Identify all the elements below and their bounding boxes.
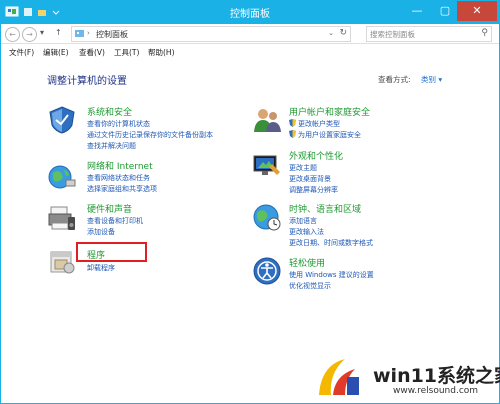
link-add-language[interactable]: 添加语言 (289, 216, 317, 226)
control-panel-small-icon (75, 30, 84, 37)
highlight-box (76, 242, 147, 262)
up-button[interactable]: ↑ (55, 28, 62, 37)
refresh-icon[interactable]: ↻ (339, 28, 347, 38)
menu-view[interactable]: 查看(V) (79, 47, 105, 58)
link-change-input-method[interactable]: 更改输入法 (289, 227, 324, 237)
close-button[interactable]: ✕ (457, 1, 497, 21)
watermark-url: www.relsound.com (393, 386, 479, 396)
watermark: win11系统之家 www.relsound.com (311, 353, 500, 403)
link-screen-resolution[interactable]: 调整屏幕分辨率 (289, 185, 338, 195)
address-bar-row: ← → ▾ ↑ › 控制面板 ⌄ ↻ 搜索控制面板 ⚲ (1, 24, 499, 44)
minimize-button[interactable]: — (405, 1, 429, 21)
programs-icon[interactable] (47, 246, 77, 276)
maximize-button[interactable]: ▢ (433, 1, 457, 21)
category-clock-language-region[interactable]: 时钟、语言和区域 (289, 202, 361, 215)
search-input[interactable]: 搜索控制面板 ⚲ (366, 26, 492, 42)
category-hardware-sound[interactable]: 硬件和声音 (87, 202, 132, 215)
search-icon[interactable]: ⚲ (481, 28, 488, 38)
watermark-logo-icon (319, 359, 359, 395)
recent-locations-icon[interactable]: ▾ (40, 28, 44, 37)
clock-globe-icon[interactable] (252, 202, 282, 232)
link-date-time-format[interactable]: 更改日期、时间或数字格式 (289, 238, 373, 248)
address-box[interactable]: › 控制面板 ⌄ ↻ (71, 26, 351, 42)
link-uninstall-program[interactable]: 卸载程序 (87, 263, 115, 273)
link-troubleshoot[interactable]: 查找并解决问题 (87, 141, 136, 151)
control-panel-window: 控制面板 — ▢ ✕ ← → ▾ ↑ › 控制面板 ⌄ ↻ 搜索控制面板 ⚲ 文… (0, 0, 500, 404)
menu-file[interactable]: 文件(F) (9, 47, 34, 58)
users-icon[interactable] (252, 105, 282, 135)
menu-help[interactable]: 帮助(H) (148, 47, 175, 58)
category-user-accounts[interactable]: 用户帐户和家庭安全 (289, 105, 370, 118)
link-change-theme[interactable]: 更改主题 (289, 163, 317, 173)
link-devices-printers[interactable]: 查看设备和打印机 (87, 216, 143, 226)
link-desktop-background[interactable]: 更改桌面背景 (289, 174, 331, 184)
link-network-status[interactable]: 查看网络状态和任务 (87, 173, 150, 183)
accessibility-icon[interactable] (252, 256, 282, 286)
menu-edit[interactable]: 编辑(E) (43, 47, 69, 58)
shield-icon[interactable] (47, 105, 77, 135)
category-ease-of-access[interactable]: 轻松使用 (289, 256, 325, 269)
page-heading: 调整计算机的设置 (47, 76, 127, 87)
menu-bar: 文件(F) 编辑(E) 查看(V) 工具(T) 帮助(H) (1, 44, 499, 60)
link-change-account-type[interactable]: 更改帐户类型 (289, 119, 340, 129)
uac-shield-icon (289, 130, 296, 138)
view-by-label: 查看方式: (378, 75, 411, 84)
category-network-internet[interactable]: 网络和 Internet (87, 159, 153, 172)
link-optimize-visual[interactable]: 优化视觉显示 (289, 281, 331, 291)
address-dropdown-icon[interactable]: ⌄ (328, 29, 334, 37)
breadcrumb-control-panel[interactable]: 控制面板 (96, 29, 128, 40)
link-family-safety[interactable]: 为用户设置家庭安全 (289, 130, 361, 140)
link-file-history-backup[interactable]: 通过文件历史记录保存你的文件备份副本 (87, 130, 213, 140)
printer-icon[interactable] (47, 203, 77, 233)
category-appearance[interactable]: 外观和个性化 (289, 149, 343, 162)
uac-shield-icon (289, 119, 296, 127)
title-bar: 控制面板 — ▢ ✕ (1, 1, 499, 24)
forward-button[interactable]: → (22, 27, 37, 42)
display-icon[interactable] (252, 151, 282, 181)
link-homegroup-sharing[interactable]: 选择家庭组和共享选项 (87, 184, 157, 194)
breadcrumb-separator-icon: › (87, 29, 90, 37)
menu-tools[interactable]: 工具(T) (114, 47, 139, 58)
link-add-device[interactable]: 添加设备 (87, 227, 115, 237)
back-button[interactable]: ← (5, 27, 20, 42)
link-recommended-settings[interactable]: 使用 Windows 建议的设置 (289, 270, 374, 280)
network-globe-icon[interactable] (47, 161, 77, 191)
link-view-computer-status[interactable]: 查看你的计算机状态 (87, 119, 150, 129)
view-by-dropdown[interactable]: 类别 ▾ (421, 74, 442, 85)
category-system-security[interactable]: 系统和安全 (87, 105, 132, 118)
watermark-text: win11系统之家 (373, 365, 500, 387)
